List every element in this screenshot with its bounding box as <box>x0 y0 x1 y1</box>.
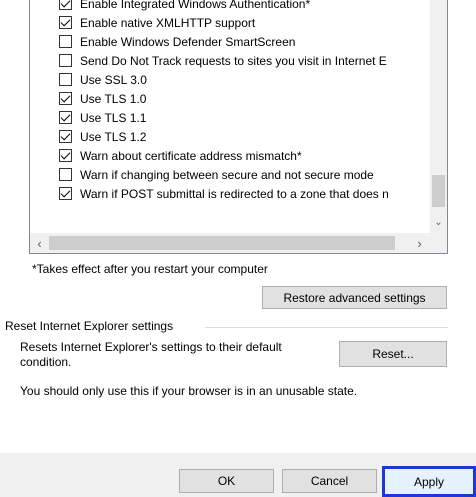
setting-option[interactable]: Warn if changing between secure and not … <box>59 165 374 184</box>
setting-label: Warn if POST submittal is redirected to … <box>80 186 389 201</box>
advanced-settings-list[interactable]: Enable Integrated Windows Authentication… <box>29 0 448 254</box>
scrollbar-corner <box>430 233 447 253</box>
scroll-right-icon[interactable]: › <box>410 233 429 253</box>
setting-checkbox[interactable] <box>59 168 72 181</box>
group-divider <box>205 327 448 328</box>
horizontal-scrollbar[interactable]: ‹ › <box>30 233 430 253</box>
setting-checkbox[interactable] <box>59 111 72 124</box>
setting-label: Use TLS 1.0 <box>80 91 147 106</box>
setting-label: Use SSL 3.0 <box>80 72 147 87</box>
restart-note: *Takes effect after you restart your com… <box>32 262 268 276</box>
setting-option[interactable]: Use SSL 3.0 <box>59 70 147 89</box>
setting-option[interactable]: Use TLS 1.1 <box>59 108 146 127</box>
setting-checkbox[interactable] <box>59 92 72 105</box>
cancel-button[interactable]: Cancel <box>282 469 377 493</box>
setting-option[interactable]: Enable native XMLHTTP support <box>59 13 255 32</box>
reset-description: Resets Internet Explorer's settings to t… <box>20 340 282 369</box>
setting-option[interactable]: Enable Integrated Windows Authentication… <box>59 0 310 13</box>
setting-checkbox[interactable] <box>59 73 72 86</box>
setting-option[interactable]: Enable Windows Defender SmartScreen <box>59 32 295 51</box>
apply-button[interactable]: Apply <box>382 466 476 497</box>
setting-checkbox[interactable] <box>59 187 72 200</box>
setting-label: Warn about certificate address mismatch* <box>80 148 302 163</box>
vertical-scroll-thumb[interactable] <box>432 175 445 207</box>
setting-label: Enable Integrated Windows Authentication… <box>80 0 311 11</box>
setting-label: Use TLS 1.2 <box>80 129 147 144</box>
scroll-down-icon[interactable]: ⌄ <box>430 214 447 231</box>
setting-label: Enable native XMLHTTP support <box>80 15 256 30</box>
setting-label: Enable Windows Defender SmartScreen <box>80 34 296 49</box>
setting-checkbox[interactable] <box>59 16 72 29</box>
reset-group-title: Reset Internet Explorer settings <box>5 319 180 333</box>
setting-option[interactable]: Warn if POST submittal is redirected to … <box>59 184 389 203</box>
setting-label: Use TLS 1.1 <box>80 110 147 125</box>
setting-checkbox[interactable] <box>59 149 72 162</box>
setting-option[interactable]: Send Do Not Track requests to sites you … <box>59 51 387 70</box>
horizontal-scroll-thumb[interactable] <box>49 236 395 250</box>
setting-checkbox[interactable] <box>59 54 72 67</box>
setting-checkbox[interactable] <box>59 0 72 10</box>
vertical-scrollbar[interactable]: ⌄ <box>430 0 447 233</box>
setting-option[interactable]: Use TLS 1.0 <box>59 89 146 108</box>
scroll-left-icon[interactable]: ‹ <box>30 233 49 253</box>
ok-button[interactable]: OK <box>179 469 274 493</box>
setting-option[interactable]: Warn about certificate address mismatch* <box>59 146 302 165</box>
setting-option[interactable]: Use TLS 1.2 <box>59 127 146 146</box>
reset-button[interactable]: Reset... <box>339 341 447 367</box>
setting-checkbox[interactable] <box>59 130 72 143</box>
setting-checkbox[interactable] <box>59 35 72 48</box>
setting-label: Warn if changing between secure and not … <box>80 167 374 182</box>
restore-advanced-settings-button[interactable]: Restore advanced settings <box>262 286 447 309</box>
setting-label: Send Do Not Track requests to sites you … <box>80 53 387 68</box>
reset-warning: You should only use this if your browser… <box>20 384 358 398</box>
